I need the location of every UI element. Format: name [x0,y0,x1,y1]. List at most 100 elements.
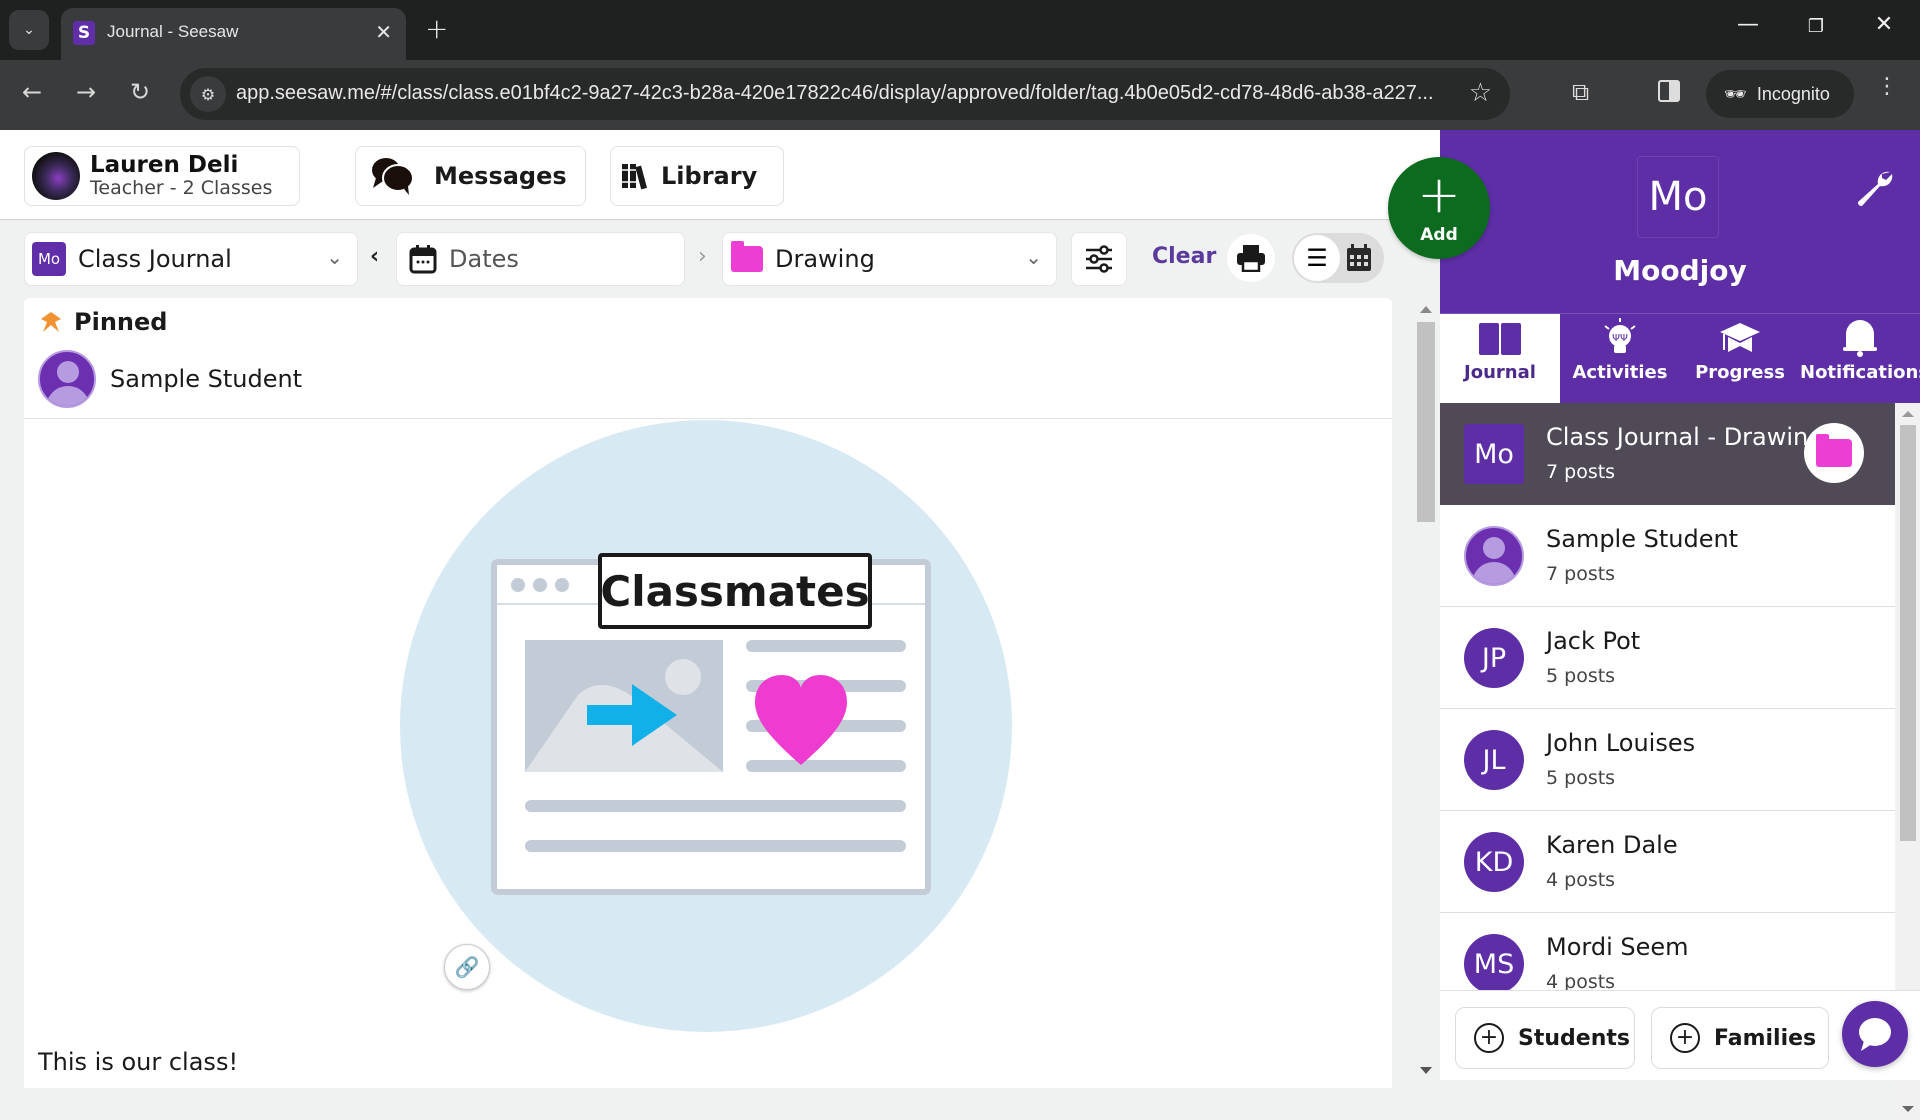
browser-menu-icon[interactable]: ⋮ [1876,76,1898,98]
pin-icon [41,312,61,332]
add-label: Add [1420,225,1458,245]
post-image[interactable]: Classmates [400,420,1012,1032]
view-toggle[interactable]: ☰ [1292,233,1384,283]
tab-search-button[interactable]: ⌄ [9,10,49,50]
printer-icon [1237,245,1265,272]
address-bar[interactable]: ⚙ app.seesaw.me/#/class/class.e01bf4c2-9… [180,68,1510,120]
speech-bubble-icon [1859,1018,1891,1051]
url-text[interactable]: app.seesaw.me/#/class/class.e01bf4c2-9a2… [236,82,1466,105]
tab-activities[interactable]: ΨΨ Activities [1560,314,1680,403]
student-initials-avatar: KD [1464,832,1524,892]
window-close-icon[interactable]: ✕ [1864,12,1904,37]
minimize-icon[interactable]: — [1728,12,1768,37]
link-icon[interactable]: 🔗 [444,944,490,990]
journal-post-card: Pinned Sample Student Classmates 🔗 This … [24,298,1392,1088]
list-item-count: 7 posts [1546,461,1616,483]
calendar-icon [409,245,437,274]
app-header: Lauren Deli Teacher - 2 Classes Messages… [0,130,1440,220]
post-author-name: Sample Student [110,365,303,393]
dates-placeholder: Dates [449,245,519,273]
pinned-label: Pinned [74,308,168,336]
scroll-down-arrow-icon[interactable] [1902,1106,1914,1112]
class-panel: Mo Moodjoy Journal ΨΨ Activities Progres… [1440,130,1920,1120]
scrollbar-thumb[interactable] [1900,425,1916,841]
tab-progress[interactable]: Progress [1680,314,1800,403]
tab-notifications[interactable]: Notifications [1800,314,1920,403]
calendar-view-button[interactable] [1344,243,1374,273]
list-item-class-journal[interactable]: Mo Class Journal - Drawing 7 posts [1440,403,1895,505]
student-initials-avatar: JP [1464,628,1524,688]
bell-icon [1843,320,1877,357]
hamburger-list-icon: ☰ [1306,244,1328,272]
help-chat-button[interactable] [1842,1001,1908,1067]
browser-toolbar: ← → ↻ ⚙ app.seesaw.me/#/class/class.e01b… [0,60,1920,130]
tab-journal[interactable]: Journal [1440,314,1560,403]
scroll-up-arrow-icon[interactable] [1902,411,1914,417]
folder-select[interactable]: Drawing ⌄ [722,232,1057,286]
divider [24,418,1392,419]
plus-circle-icon: + [1474,1023,1504,1053]
browser-tab-bar: ⌄ S Journal - Seesaw ✕ + — ❐ ✕ [0,0,1920,60]
tab-label: Progress [1695,362,1785,383]
add-post-button[interactable]: + Add [1388,157,1490,259]
chevron-down-icon: ⌄ [23,22,35,38]
list-item-student[interactable]: JP Jack Pot 5 posts [1440,607,1895,709]
tab-label: Journal [1464,362,1536,383]
site-info-icon[interactable]: ⚙ [190,76,226,112]
scroll-down-arrow-icon[interactable] [1420,1067,1432,1074]
extensions-icon[interactable]: ⧉ [1572,78,1589,106]
next-date-button[interactable]: › [698,244,707,269]
restore-icon[interactable]: ❐ [1796,16,1836,37]
scroll-up-arrow-icon[interactable] [1420,306,1432,313]
main-scrollbar[interactable] [1415,302,1435,1080]
list-item-student[interactable]: JL John Louises 5 posts [1440,709,1895,811]
tab-close-icon[interactable]: ✕ [375,20,392,44]
clear-filters-button[interactable]: Clear [1152,244,1216,269]
incognito-badge[interactable]: 🕶 Incognito [1706,70,1854,118]
tab-label: Notifications [1800,362,1920,383]
list-item-student[interactable]: Sample Student 7 posts [1440,505,1895,607]
student-avatar-icon [38,350,96,408]
student-initials-avatar: JL [1464,730,1524,790]
class-journal-select[interactable]: Mo Class Journal ⌄ [24,232,358,286]
list-item-name: Karen Dale [1546,831,1678,859]
dates-filter[interactable]: Dates [396,232,685,286]
scrollbar-thumb[interactable] [1417,322,1435,522]
messages-button[interactable]: Messages [355,146,586,206]
previous-date-button[interactable]: ‹ [370,244,379,269]
post-author[interactable]: Sample Student [38,350,302,408]
chevron-down-icon: ⌄ [1025,245,1042,269]
folder-icon [731,241,763,272]
side-panel-icon[interactable] [1658,80,1680,102]
add-families-button[interactable]: + Families [1651,1007,1829,1069]
list-item-student[interactable]: KD Karen Dale 4 posts [1440,811,1895,913]
sliders-icon [1086,245,1112,273]
forward-icon[interactable]: → [68,78,104,106]
user-account-button[interactable]: Lauren Deli Teacher - 2 Classes [24,146,300,206]
reload-icon[interactable]: ↻ [122,78,158,106]
tab-label: Activities [1572,362,1668,383]
bookmark-star-icon[interactable]: ☆ [1469,78,1492,108]
new-tab-button[interactable]: + [425,12,448,45]
post-caption: This is our class! [38,1048,239,1076]
incognito-icon: 🕶 [1724,83,1747,104]
list-view-button[interactable]: ☰ [1294,235,1340,281]
user-name: Lauren Deli [90,151,239,178]
browser-tab[interactable]: S Journal - Seesaw ✕ [61,8,406,60]
library-button[interactable]: Library [610,146,784,206]
list-item-name: Class Journal - Drawing [1546,423,1824,451]
add-students-button[interactable]: + Students [1455,1007,1635,1069]
folder-badge[interactable] [1804,423,1864,483]
class-badge: Mo [32,242,66,276]
image-title: Classmates [600,567,869,616]
print-button[interactable] [1227,234,1275,282]
list-item-name: Sample Student [1546,525,1739,553]
class-avatar[interactable]: Mo [1637,156,1719,238]
incognito-label: Incognito [1756,83,1830,104]
back-icon[interactable]: ← [14,78,50,106]
filter-settings-button[interactable] [1071,232,1127,286]
plus-icon: + [1417,165,1461,225]
class-settings-button[interactable] [1852,166,1896,210]
tab-title: Journal - Seesaw [107,22,239,41]
graduation-cap-icon [1720,323,1760,352]
